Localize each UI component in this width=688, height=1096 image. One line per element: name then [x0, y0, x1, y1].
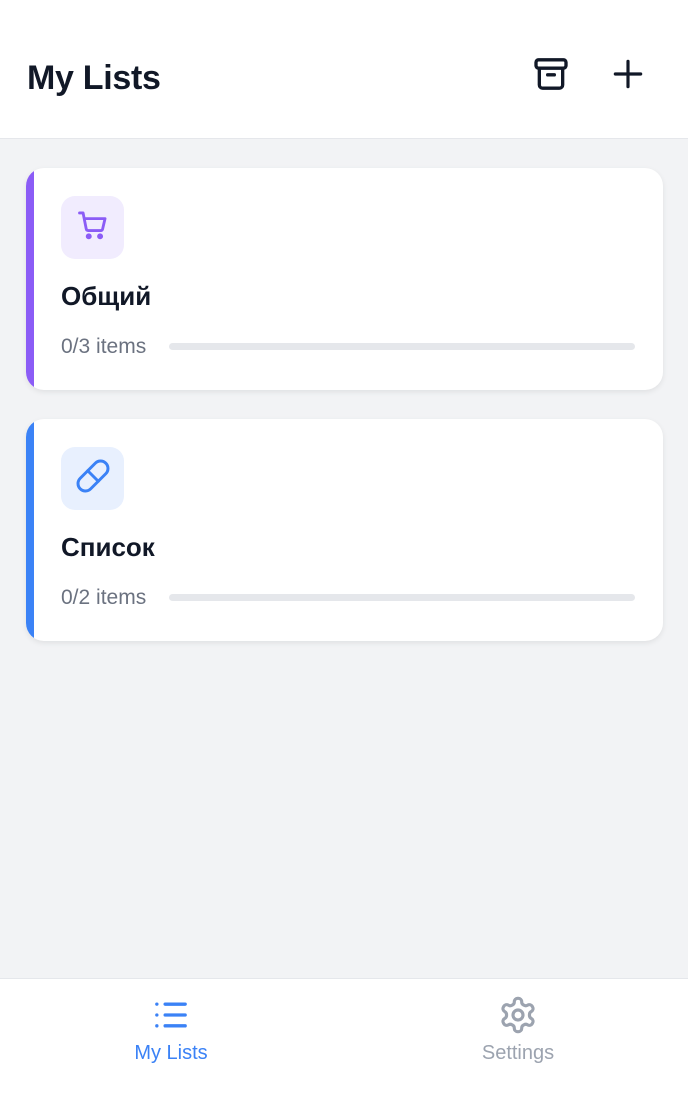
progress-bar	[169, 343, 635, 350]
list-title: Список	[61, 532, 155, 562]
list-card[interactable]: Общий 0/3 items	[26, 168, 663, 390]
list-item-count: 0/3 items	[61, 335, 147, 358]
nav-item-my-lists[interactable]: My Lists	[71, 995, 271, 1067]
card-icon-wrapper	[61, 196, 124, 259]
list-item-count: 0/2 items	[61, 586, 147, 609]
nav-label-settings: Settings	[481, 1042, 555, 1064]
add-list-button[interactable]	[604, 52, 652, 100]
list-icon	[151, 995, 191, 1035]
plus-icon	[609, 55, 647, 98]
archive-icon	[531, 54, 571, 99]
gear-icon	[498, 995, 538, 1035]
lists-container: Общий 0/3 items Список 0/2 items	[26, 168, 663, 670]
nav-item-settings[interactable]: Settings	[418, 995, 618, 1067]
list-card[interactable]: Список 0/2 items	[26, 419, 663, 641]
list-title: Общий	[61, 281, 152, 311]
nav-label-my-lists: My Lists	[134, 1042, 208, 1064]
archive-button[interactable]	[527, 52, 575, 100]
bottom-nav: My Lists Settings	[0, 978, 688, 1096]
progress-bar	[169, 594, 635, 601]
pill-icon	[75, 458, 111, 499]
shopping-cart-icon	[76, 208, 110, 247]
app: My Lists Общий 0/3 items Список 0/2 item…	[0, 0, 688, 1096]
card-icon-wrapper	[61, 447, 124, 510]
header: My Lists	[0, 0, 688, 139]
page-title: My Lists	[27, 59, 161, 97]
card-accent	[26, 168, 34, 390]
card-accent	[26, 419, 34, 641]
